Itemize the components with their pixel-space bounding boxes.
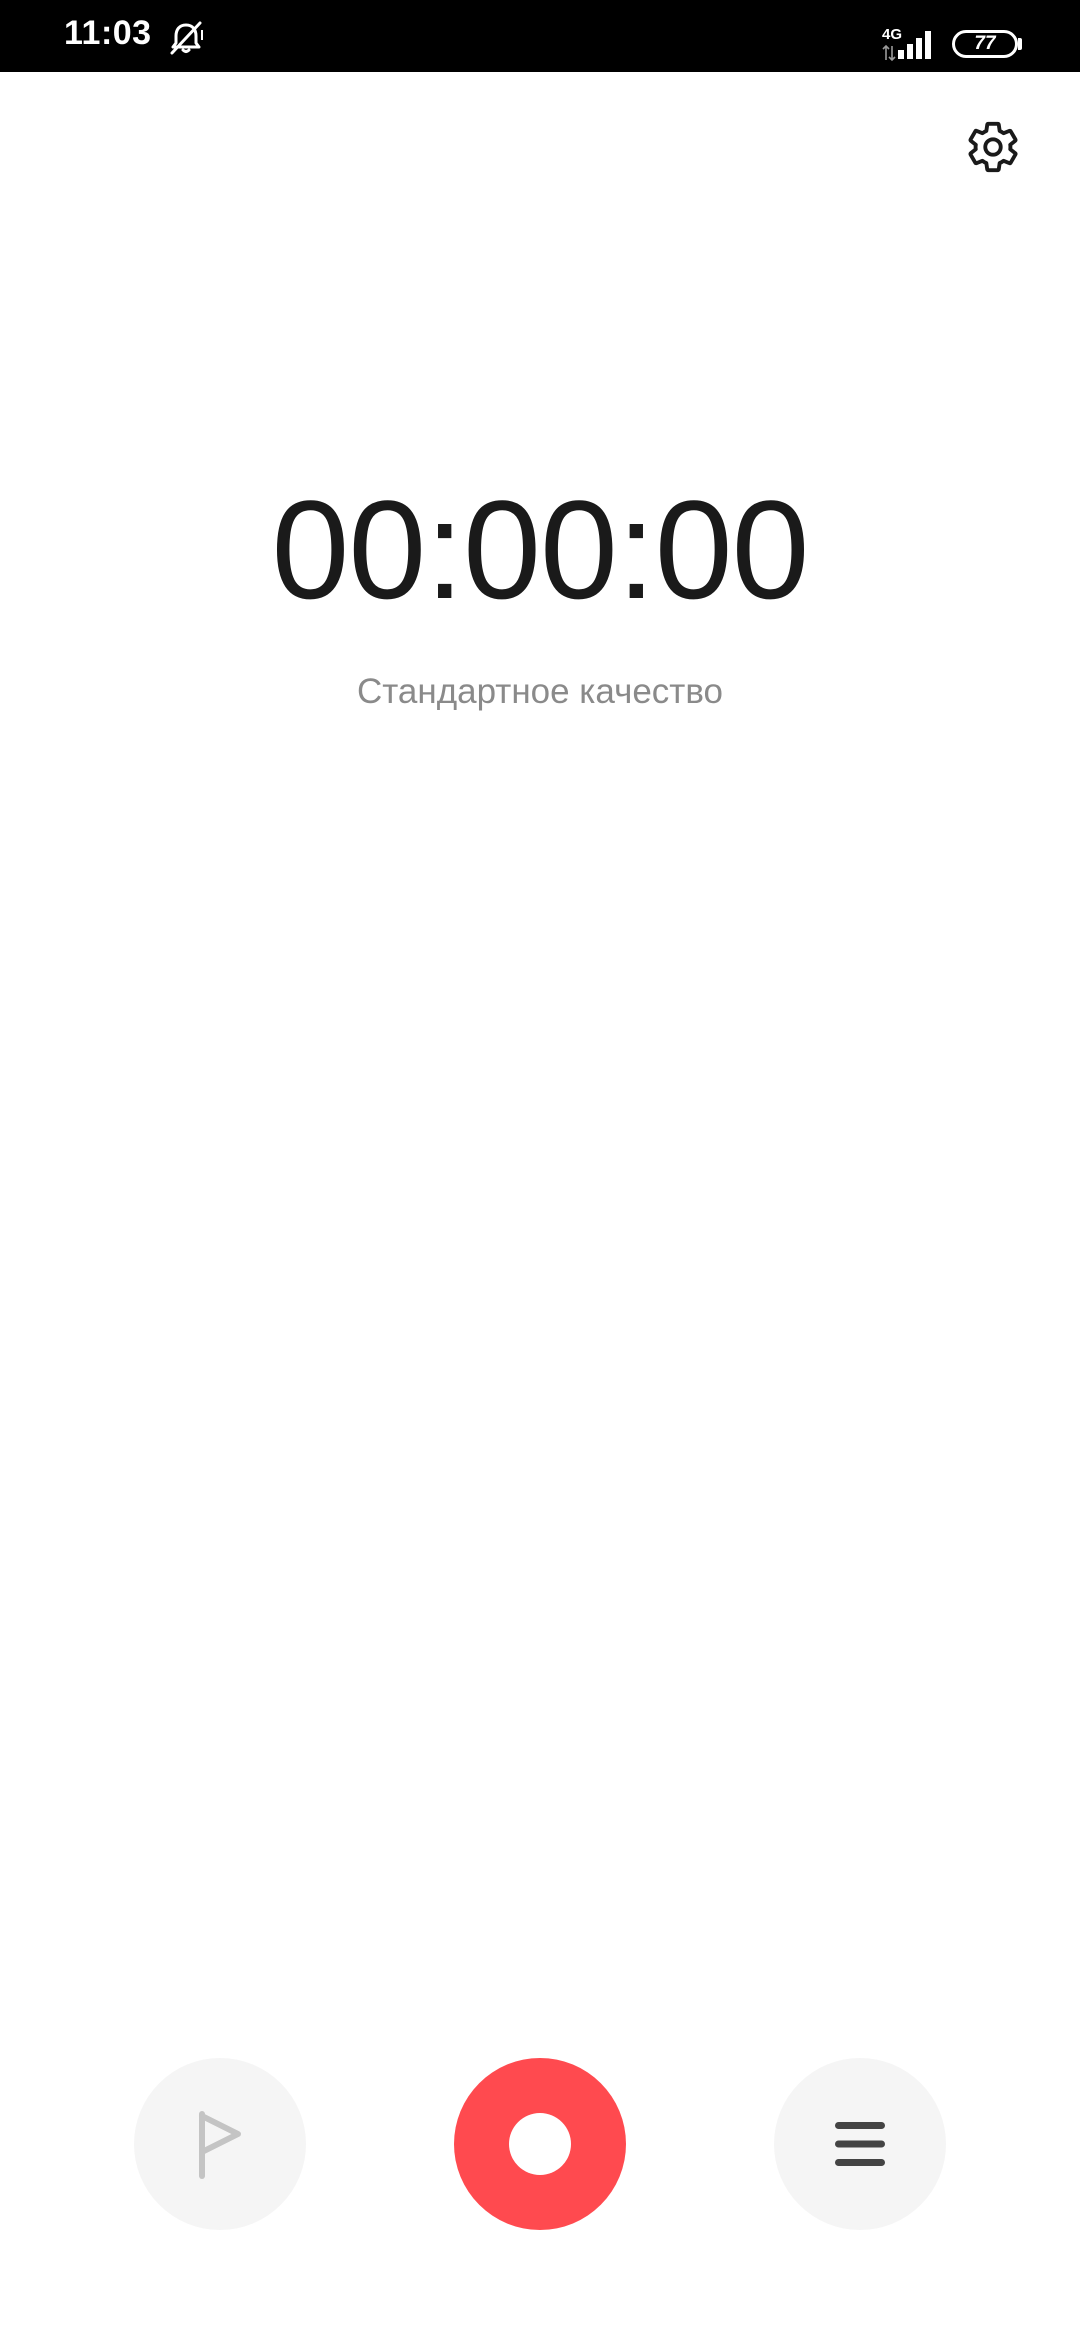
battery-icon: 77 xyxy=(952,30,1018,58)
data-arrows-icon xyxy=(882,44,896,62)
signal-icon xyxy=(898,31,931,59)
menu-icon xyxy=(835,2122,885,2166)
record-button[interactable] xyxy=(454,2058,626,2230)
flag-button[interactable] xyxy=(134,2058,306,2230)
flag-icon xyxy=(199,2111,241,2179)
mute-icon xyxy=(170,21,203,55)
status-bar: 11:03 4G 77 xyxy=(0,0,1080,72)
timer-display: 00:00:00 xyxy=(271,471,810,628)
recordings-list-button[interactable] xyxy=(774,2058,946,2230)
battery-level: 77 xyxy=(974,33,996,54)
quality-label[interactable]: Стандартное качество xyxy=(0,672,1080,712)
status-time: 11:03 xyxy=(64,14,152,52)
battery-tip xyxy=(1018,38,1022,50)
gear-icon xyxy=(968,121,1018,173)
settings-button[interactable] xyxy=(962,116,1024,178)
record-icon xyxy=(509,2113,571,2175)
